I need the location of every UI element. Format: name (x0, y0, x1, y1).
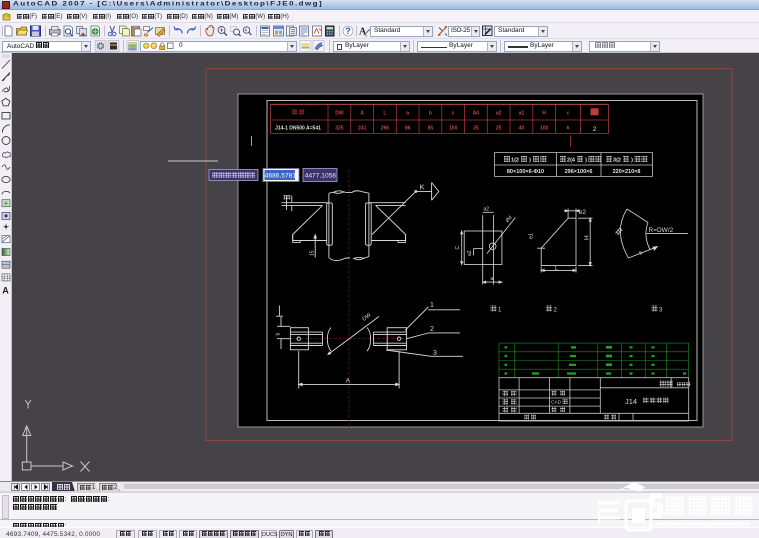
svg-text:86: 86 (405, 125, 411, 131)
svg-text:40: 40 (519, 125, 525, 131)
svg-text:): ) (631, 158, 633, 164)
svg-text:J14: J14 (625, 397, 637, 406)
svg-text:15: 15 (309, 250, 315, 256)
svg-text:a: a (490, 276, 493, 282)
svg-text:6: 6 (567, 125, 570, 131)
svg-text:K: K (420, 183, 425, 192)
svg-text:c: c (567, 110, 570, 116)
svg-text:C: C (455, 246, 461, 250)
svg-text:a2: a2 (484, 207, 490, 213)
svg-text:J14-1 DN500 A=541: J14-1 DN500 A=541 (275, 125, 321, 131)
svg-text:b: b (429, 110, 432, 116)
svg-text:25: 25 (496, 125, 502, 131)
svg-text:2: 2 (430, 326, 434, 333)
svg-text:a2: a2 (496, 110, 502, 116)
svg-text:241: 241 (358, 125, 367, 131)
svg-text:296×100×6: 296×100×6 (565, 169, 593, 175)
svg-text:A: A (346, 378, 351, 385)
svg-text:): ) (529, 158, 531, 164)
svg-text:e1: e1 (529, 233, 535, 239)
svg-text:100: 100 (540, 125, 549, 131)
svg-text:c: c (452, 110, 455, 116)
svg-text:A: A (2, 286, 9, 296)
svg-text:a1: a1 (519, 110, 525, 116)
svg-text:e2: e2 (579, 209, 587, 216)
svg-text:b: b (276, 333, 282, 336)
svg-text:L: L (383, 110, 386, 116)
svg-text:220×210×8: 220×210×8 (613, 169, 641, 175)
svg-text:a: a (406, 110, 409, 116)
svg-text:?: ? (345, 26, 351, 36)
svg-text:H: H (542, 110, 546, 116)
svg-text:3(2: 3(2 (613, 158, 621, 164)
svg-text:1(2: 1(2 (511, 158, 519, 164)
svg-text:4477.1058: 4477.1058 (305, 173, 337, 180)
svg-text:H: H (584, 235, 591, 240)
svg-text:80×100×6-Φ10: 80×100×6-Φ10 (507, 169, 544, 175)
svg-text:): ) (585, 158, 587, 164)
svg-text:2: 2 (593, 126, 597, 133)
svg-text:1: 1 (430, 302, 434, 309)
svg-text:A4: A4 (473, 110, 480, 116)
svg-text:25: 25 (473, 125, 479, 131)
svg-text:4686.5781: 4686.5781 (265, 173, 297, 180)
svg-text:a2: a2 (467, 250, 473, 256)
svg-text:R=DW/2: R=DW/2 (649, 227, 674, 234)
svg-text:100: 100 (449, 125, 458, 131)
svg-text:85: 85 (428, 125, 434, 131)
svg-text:A: A (360, 110, 364, 116)
svg-text:CAD: CAD (551, 400, 562, 406)
svg-text:DW: DW (335, 110, 344, 116)
svg-text:325: 325 (335, 125, 344, 131)
svg-text:3: 3 (433, 350, 437, 357)
svg-text:2(4: 2(4 (567, 158, 576, 164)
svg-text:296: 296 (381, 125, 390, 131)
